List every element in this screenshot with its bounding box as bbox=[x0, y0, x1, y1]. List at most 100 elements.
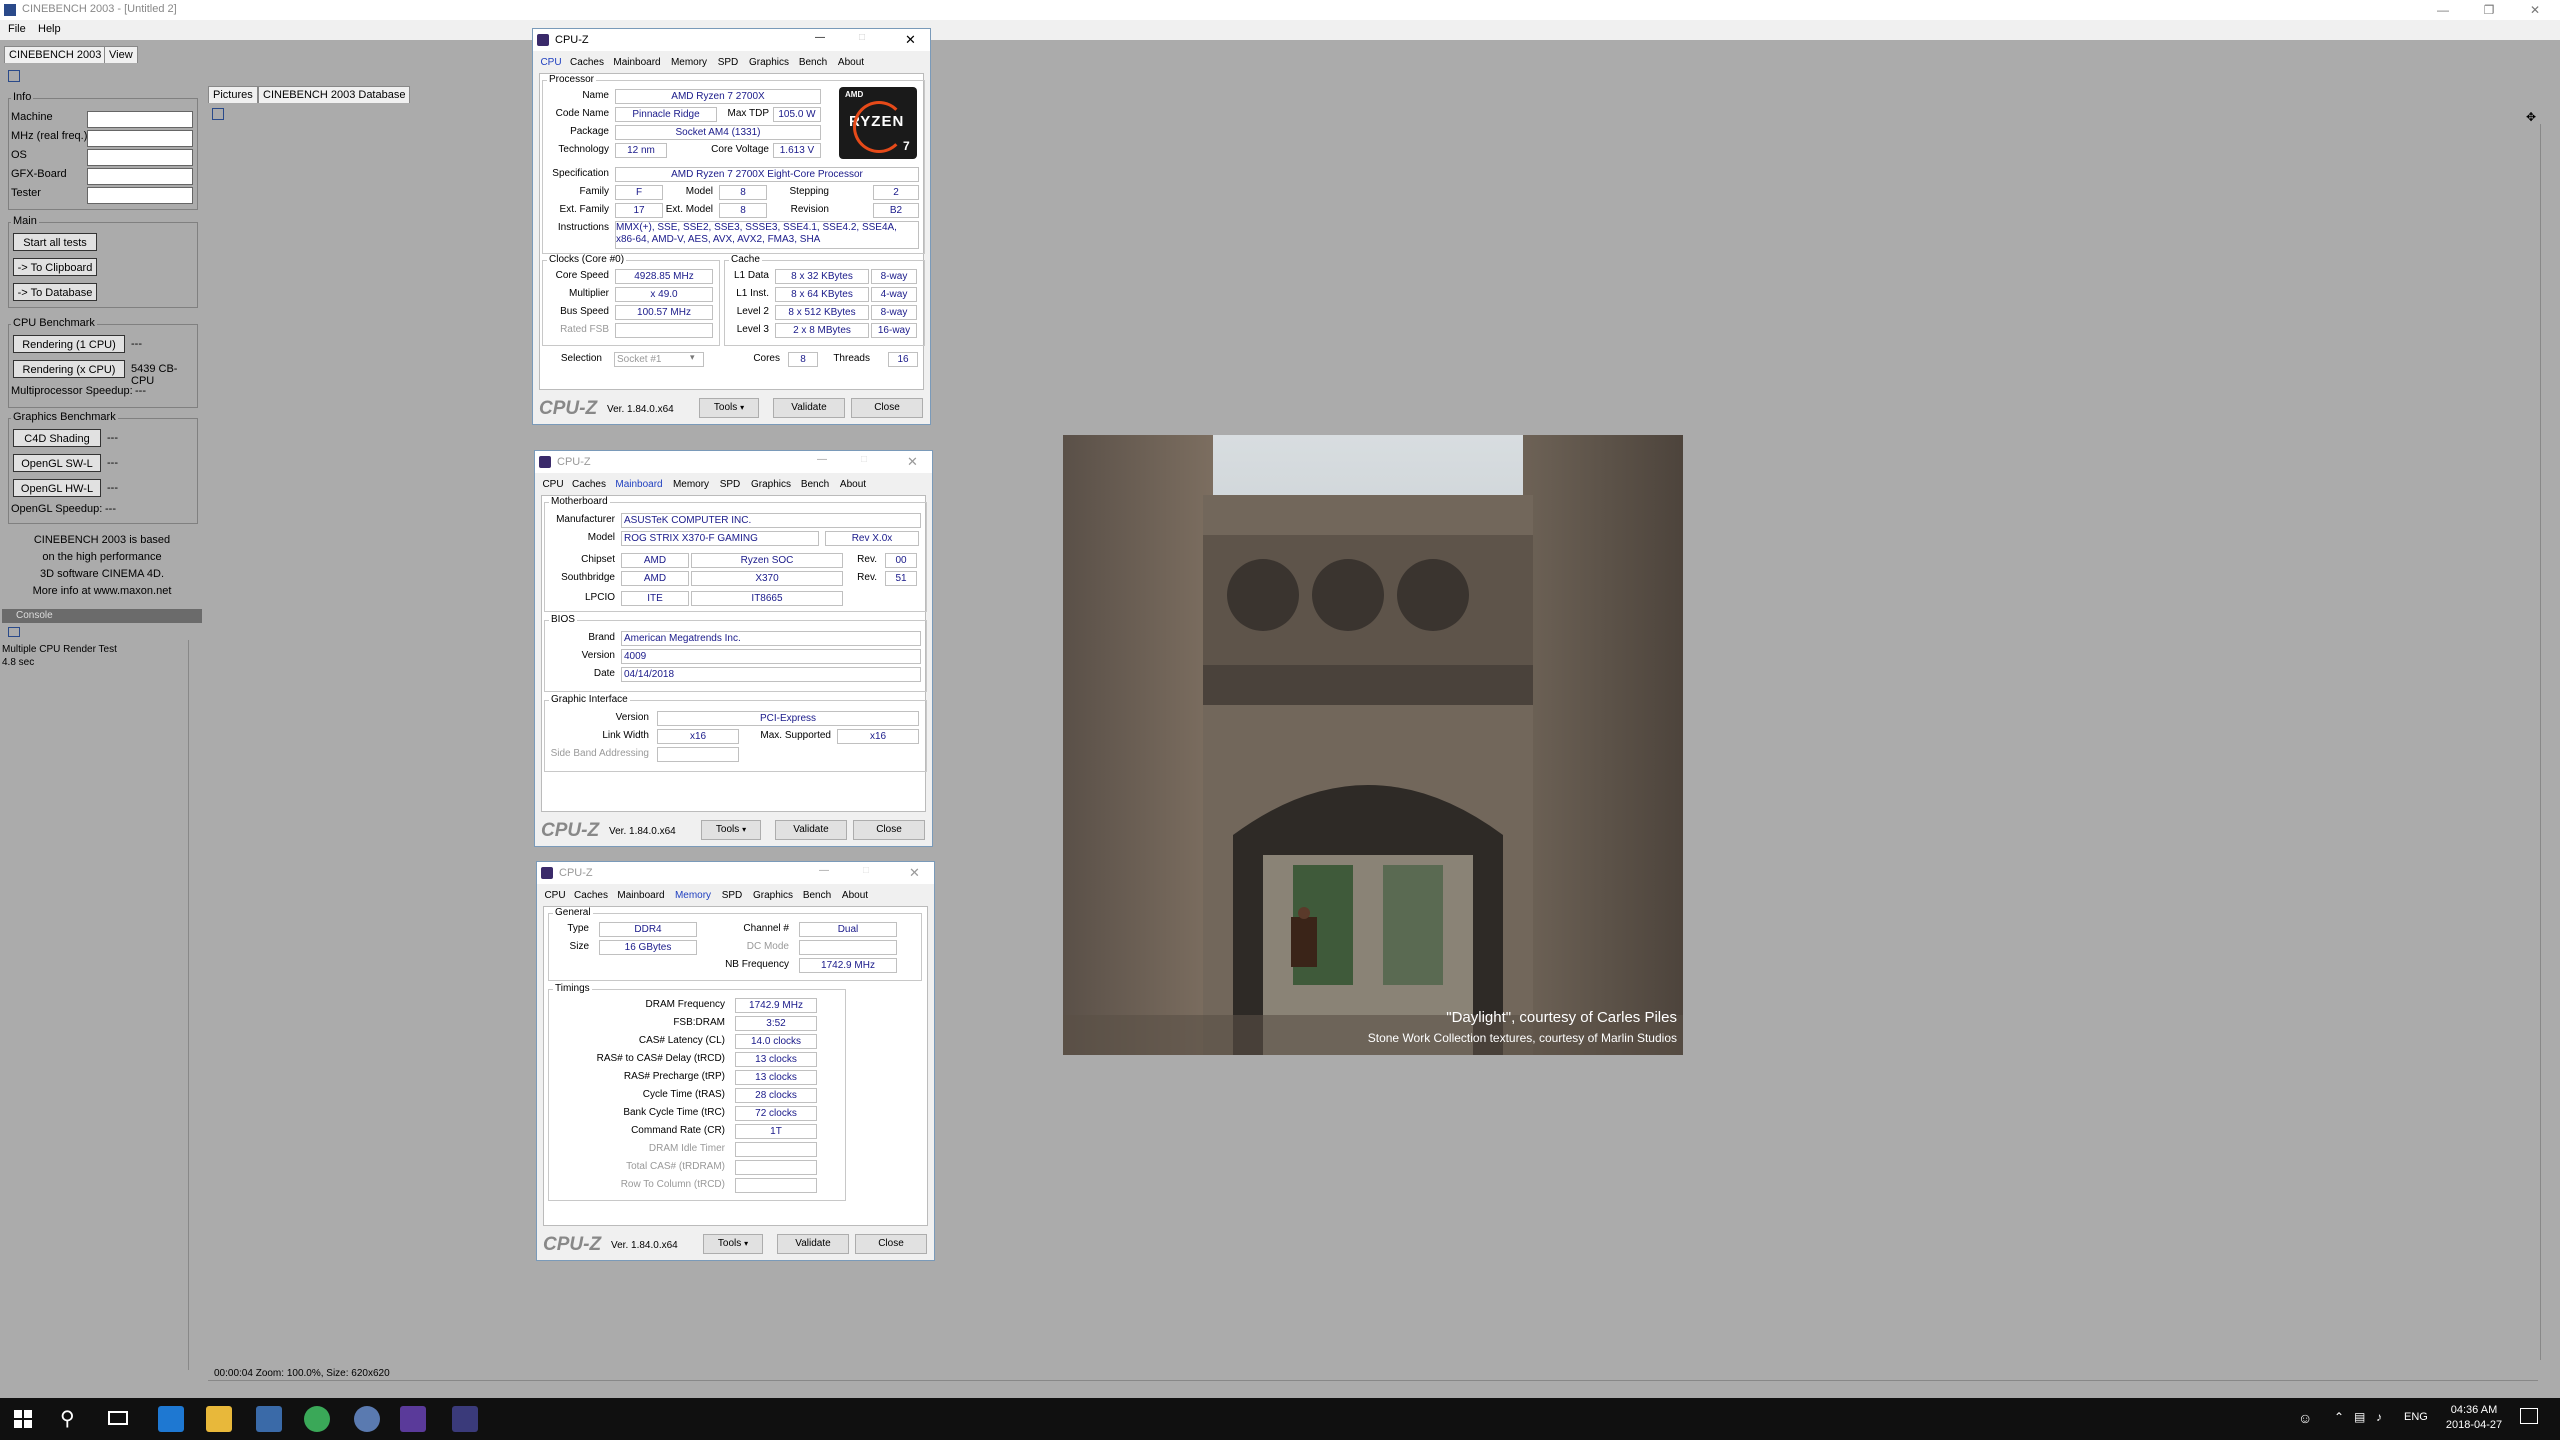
render-1cpu-button[interactable]: Rendering (1 CPU) bbox=[13, 335, 125, 353]
os-field[interactable] bbox=[87, 149, 193, 166]
ratedfsb-value bbox=[615, 323, 713, 338]
tab-spd[interactable]: SPD bbox=[713, 55, 743, 71]
validate-button[interactable]: Validate bbox=[777, 1234, 849, 1254]
close-button[interactable]: Close bbox=[855, 1234, 927, 1254]
tab-mainboard[interactable]: Mainboard bbox=[611, 477, 667, 493]
close-button[interactable]: ✕ bbox=[2512, 0, 2558, 20]
gi-version-value: PCI-Express bbox=[657, 711, 919, 726]
type-value: DDR4 bbox=[599, 922, 697, 937]
tab-spd[interactable]: SPD bbox=[717, 888, 747, 904]
search-icon[interactable]: ⚲ bbox=[60, 1406, 75, 1431]
mhz-field[interactable] bbox=[87, 130, 193, 147]
move-icon[interactable]: ✥ bbox=[2526, 110, 2536, 124]
volume-icon[interactable]: ♪ bbox=[2376, 1410, 2382, 1424]
clock-time[interactable]: 04:36 AM bbox=[2444, 1404, 2504, 1416]
c4d-shading-button[interactable]: C4D Shading bbox=[13, 429, 101, 447]
cpuz-taskbar-icon[interactable] bbox=[452, 1406, 478, 1432]
cpuz-taskbar-icon[interactable] bbox=[400, 1406, 426, 1432]
edge-icon[interactable] bbox=[158, 1406, 184, 1432]
tab-cpu[interactable]: CPU bbox=[539, 55, 563, 71]
about-line: CINEBENCH 2003 is based bbox=[33, 534, 171, 546]
stepping-value: 2 bbox=[873, 185, 919, 200]
network-icon[interactable]: ▤ bbox=[2354, 1410, 2365, 1424]
tab-about[interactable]: About bbox=[833, 55, 869, 71]
start-icon[interactable] bbox=[14, 1410, 32, 1428]
tab-caches[interactable]: Caches bbox=[569, 477, 609, 493]
tab-spd[interactable]: SPD bbox=[715, 477, 745, 493]
console-pin-icon[interactable] bbox=[8, 627, 20, 637]
model-label: Model bbox=[587, 532, 615, 543]
store-icon[interactable] bbox=[256, 1406, 282, 1432]
tab-mainboard[interactable]: Mainboard bbox=[609, 55, 665, 71]
tools-button[interactable]: Tools ▾ bbox=[699, 398, 759, 418]
people-icon[interactable]: ☺ bbox=[2298, 1410, 2312, 1426]
tab-graphics[interactable]: Graphics bbox=[745, 55, 793, 71]
chrome-icon[interactable] bbox=[304, 1406, 330, 1432]
tab-bench[interactable]: Bench bbox=[795, 55, 831, 71]
tab-graphics[interactable]: Graphics bbox=[749, 888, 797, 904]
render-xcpu-button[interactable]: Rendering (x CPU) bbox=[13, 360, 125, 378]
tab-memory[interactable]: Memory bbox=[671, 888, 715, 904]
restore-button[interactable]: ❐ bbox=[2466, 0, 2512, 20]
gfx-field[interactable] bbox=[87, 168, 193, 185]
tab-view[interactable]: View bbox=[104, 46, 138, 63]
opengl-swl-button[interactable]: OpenGL SW-L bbox=[13, 454, 101, 472]
cache-title: Cache bbox=[729, 254, 762, 265]
minimize-icon[interactable]: — bbox=[817, 454, 827, 465]
tab-cpu[interactable]: CPU bbox=[541, 477, 565, 493]
minimize-icon[interactable]: — bbox=[819, 865, 829, 876]
close-icon[interactable]: ✕ bbox=[907, 454, 918, 470]
tester-field[interactable] bbox=[87, 187, 193, 204]
minimize-button[interactable]: — bbox=[2420, 0, 2466, 20]
timing-label: Cycle Time (tRAS) bbox=[642, 1089, 725, 1100]
language-indicator[interactable]: ENG bbox=[2404, 1411, 2428, 1423]
close-icon[interactable]: ✕ bbox=[905, 32, 916, 48]
tab-about[interactable]: About bbox=[835, 477, 871, 493]
close-button[interactable]: Close bbox=[853, 820, 925, 840]
tab-cinebench[interactable]: CINEBENCH 2003 bbox=[4, 46, 107, 63]
clock-date[interactable]: 2018-04-27 bbox=[2444, 1419, 2504, 1431]
horizontal-scrollbar[interactable] bbox=[208, 1380, 2538, 1391]
channel-label: Channel # bbox=[743, 923, 789, 934]
chevron-down-icon[interactable]: ▾ bbox=[690, 352, 695, 363]
task-view-icon[interactable] bbox=[108, 1411, 128, 1425]
technology-label: Technology bbox=[558, 144, 609, 155]
tab-mainboard[interactable]: Mainboard bbox=[613, 888, 669, 904]
file-explorer-icon[interactable] bbox=[206, 1406, 232, 1432]
to-clipboard-button[interactable]: -> To Clipboard bbox=[13, 258, 97, 276]
tab-caches[interactable]: Caches bbox=[567, 55, 607, 71]
tab-database[interactable]: CINEBENCH 2003 Database bbox=[258, 86, 411, 103]
tools-button[interactable]: Tools ▾ bbox=[701, 820, 761, 840]
tab-pictures[interactable]: Pictures bbox=[208, 86, 258, 103]
viewport-scrollbar[interactable] bbox=[2540, 124, 2553, 1360]
machine-field[interactable] bbox=[87, 111, 193, 128]
timing-value: 28 clocks bbox=[735, 1088, 817, 1103]
close-button[interactable]: Close bbox=[851, 398, 923, 418]
to-database-button[interactable]: -> To Database bbox=[13, 283, 97, 301]
tab-memory[interactable]: Memory bbox=[669, 477, 713, 493]
tab-caches[interactable]: Caches bbox=[571, 888, 611, 904]
tab-graphics[interactable]: Graphics bbox=[747, 477, 795, 493]
console-scrollbar[interactable] bbox=[188, 640, 199, 1370]
validate-button[interactable]: Validate bbox=[773, 398, 845, 418]
opengl-hwl-button[interactable]: OpenGL HW-L bbox=[13, 479, 101, 497]
viewport-pin-icon[interactable] bbox=[212, 108, 224, 120]
tab-cpu[interactable]: CPU bbox=[543, 888, 567, 904]
chipset-name: Ryzen SOC bbox=[691, 553, 843, 568]
tab-memory[interactable]: Memory bbox=[667, 55, 711, 71]
tools-button[interactable]: Tools ▾ bbox=[703, 1234, 763, 1254]
menu-help[interactable]: Help bbox=[38, 23, 61, 35]
chevron-up-icon[interactable]: ⌃ bbox=[2334, 1410, 2344, 1424]
notification-icon[interactable] bbox=[2520, 1408, 2538, 1424]
start-all-tests-button[interactable]: Start all tests bbox=[13, 233, 97, 251]
menu-file[interactable]: File bbox=[8, 23, 26, 35]
window-title: CINEBENCH 2003 - [Untitled 2] bbox=[22, 3, 177, 15]
cinebench-taskbar-icon[interactable] bbox=[354, 1406, 380, 1432]
pin-icon[interactable] bbox=[8, 70, 20, 82]
tab-bench[interactable]: Bench bbox=[799, 888, 835, 904]
validate-button[interactable]: Validate bbox=[775, 820, 847, 840]
tab-bench[interactable]: Bench bbox=[797, 477, 833, 493]
minimize-icon[interactable]: — bbox=[815, 32, 825, 43]
tab-about[interactable]: About bbox=[837, 888, 873, 904]
close-icon[interactable]: ✕ bbox=[909, 865, 920, 881]
